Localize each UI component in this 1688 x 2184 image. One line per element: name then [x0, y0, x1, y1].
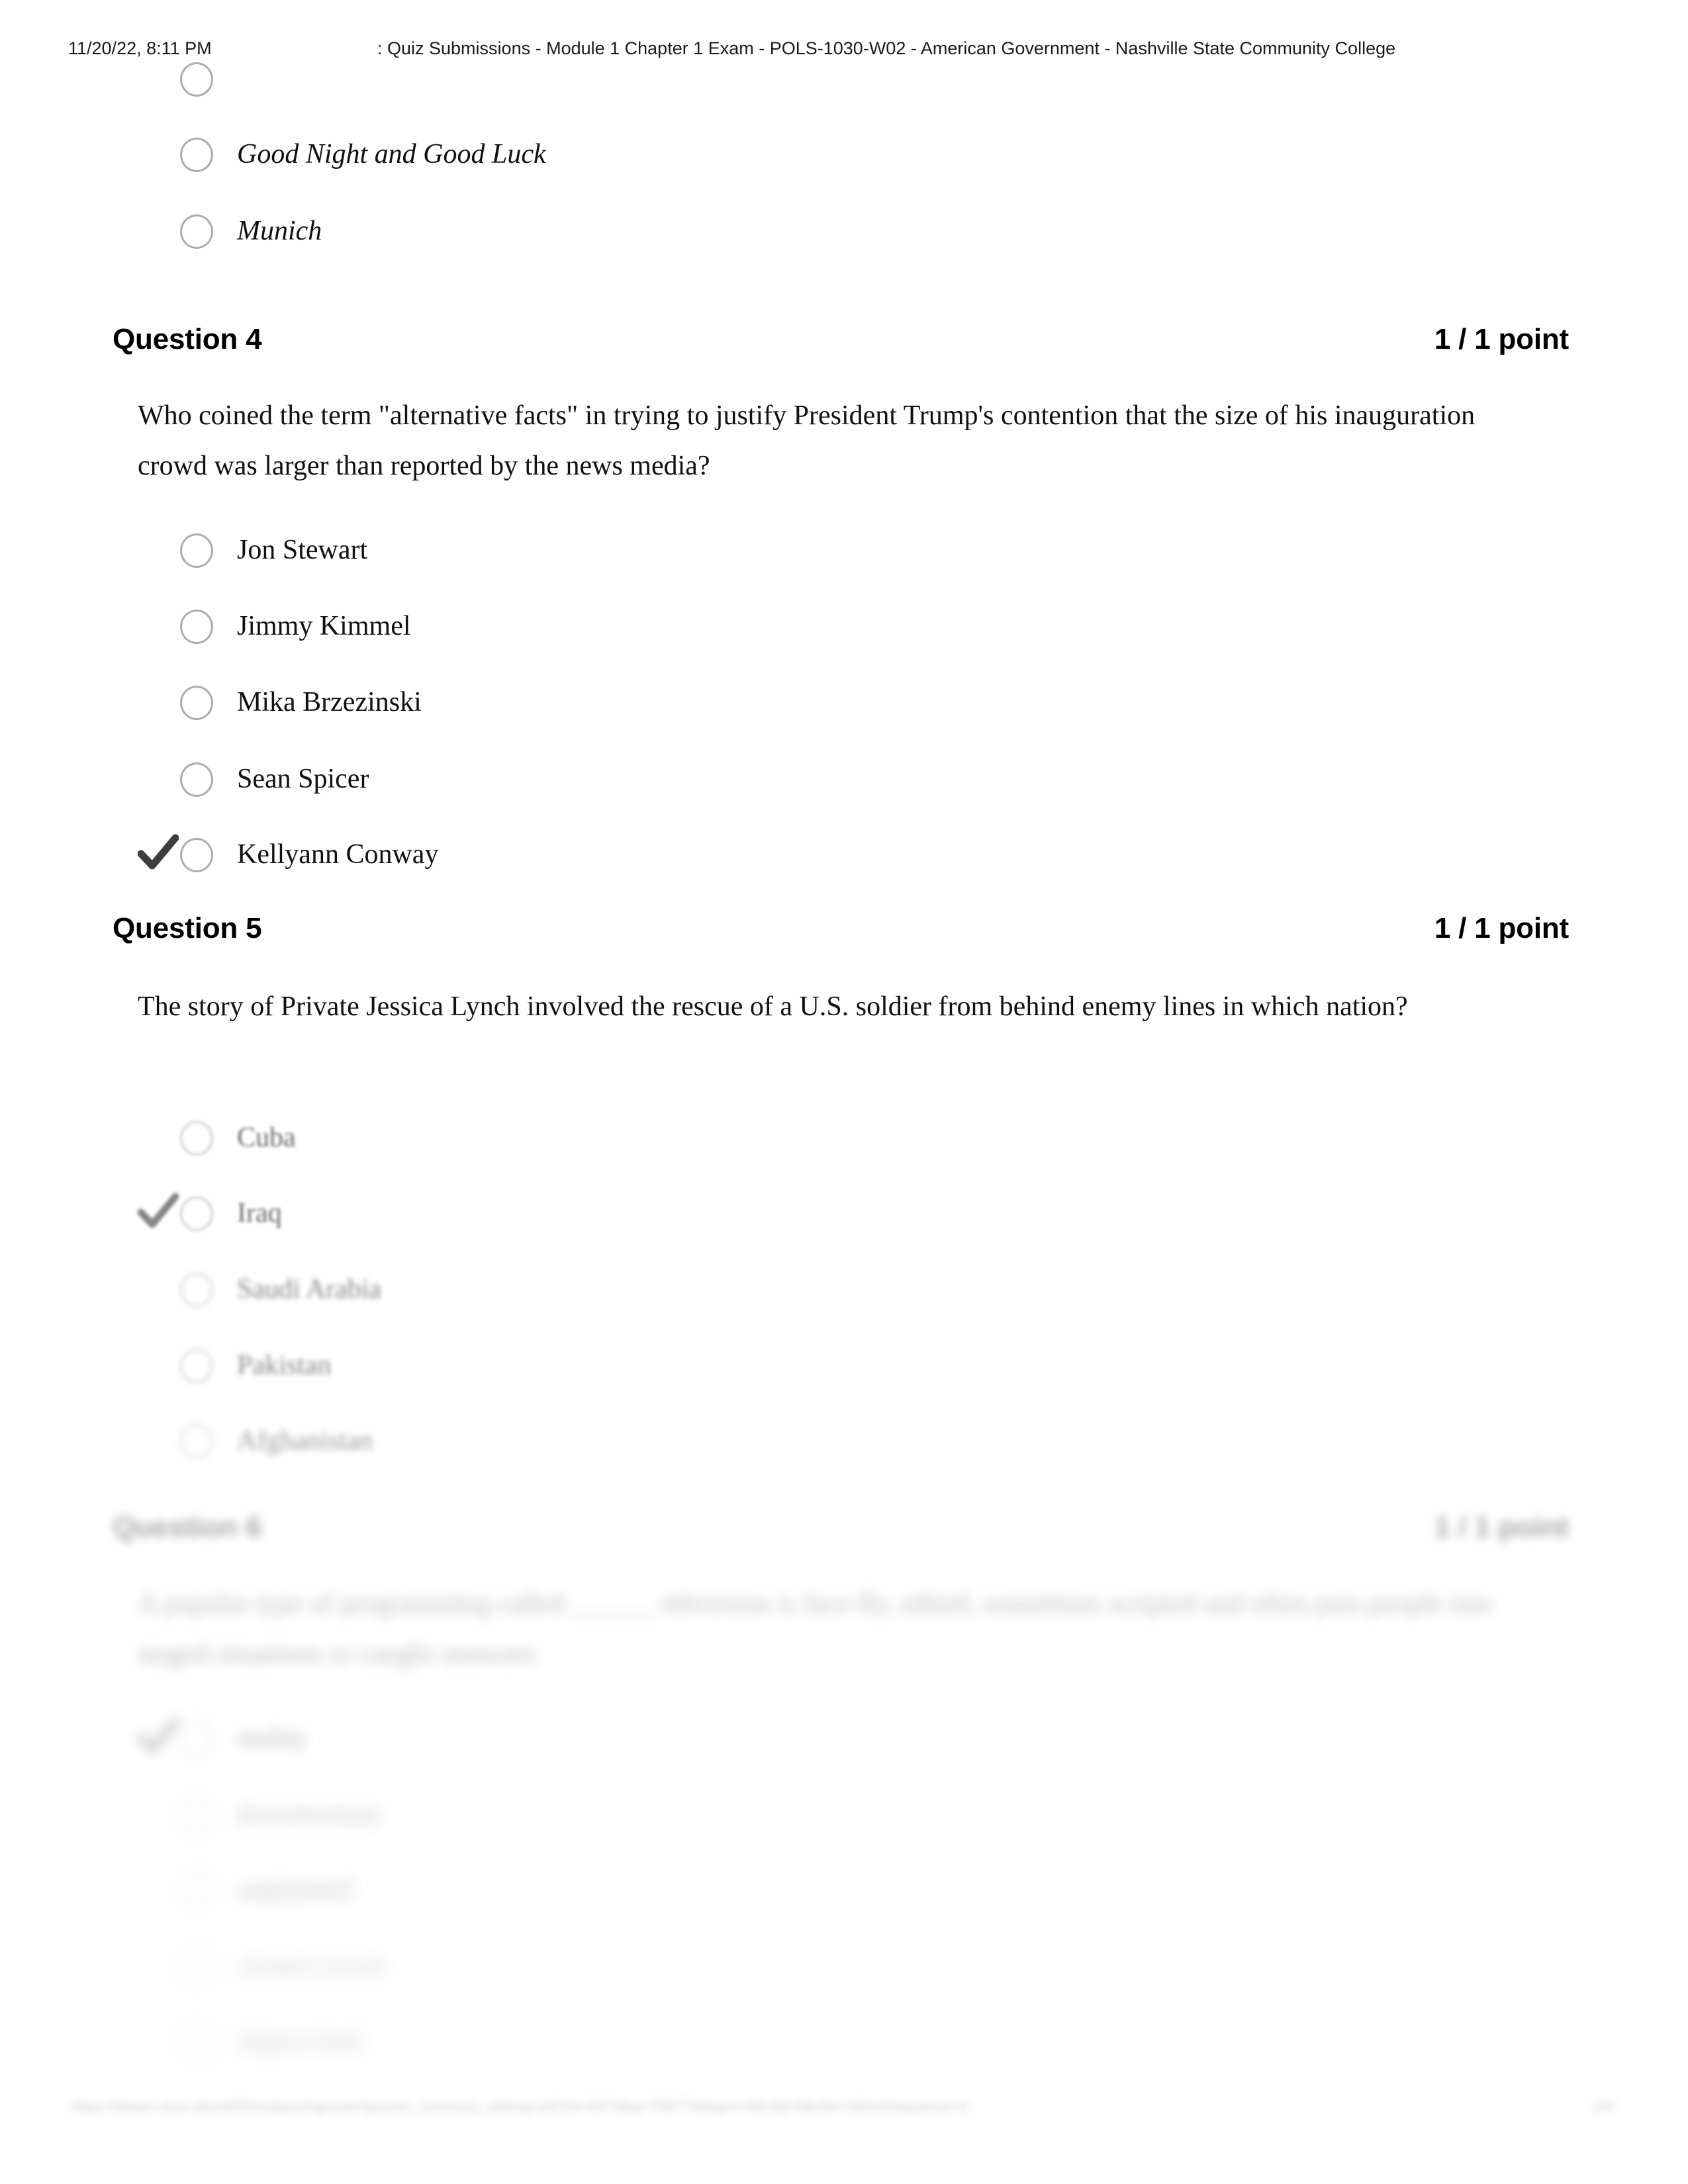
question-6-option-row[interactable]: documentary [138, 1794, 1528, 1840]
option-label: Kellyann Conway [237, 839, 439, 870]
radio-unselected-icon[interactable] [180, 138, 213, 172]
option-label: Good Night and Good Luck [237, 139, 546, 169]
check-icon [138, 1189, 179, 1235]
question-4-option-row-selected[interactable]: Kellyann Conway [138, 834, 1528, 880]
radio-unselected-icon[interactable] [180, 1721, 213, 1756]
radio-unselected-icon[interactable] [180, 610, 213, 644]
radio-unselected-icon[interactable] [180, 1797, 213, 1832]
question-5-option-row[interactable]: Pakistan [138, 1345, 1528, 1391]
radio-unselected-icon[interactable] [180, 62, 213, 97]
question-5-label: Question 5 [113, 912, 262, 944]
option-label: Afghanistan [237, 1426, 373, 1456]
radio-unselected-icon[interactable] [180, 1121, 213, 1156]
radio-unselected-icon[interactable] [180, 762, 213, 797]
question-6-text: A popular type of programming called ___… [138, 1588, 1493, 1669]
radio-unselected-icon[interactable] [180, 214, 213, 249]
option-label: Jon Stewart [237, 535, 368, 565]
question-5-points: 1 / 1 point [1434, 912, 1569, 944]
print-footer-url: https://elearn.nscc.edu/d2l/lms/quizzing… [71, 2098, 969, 2115]
option-label: Iraq [237, 1198, 282, 1228]
question-6-option-row[interactable]: closed circuit [138, 1945, 1528, 1991]
question-4-text: Who coined the term "alternative facts" … [138, 400, 1476, 481]
radio-unselected-icon[interactable] [180, 686, 213, 720]
option-row[interactable] [138, 58, 1528, 105]
question-6-option-row[interactable]: improvised [138, 2021, 1528, 2067]
question-5-option-row[interactable]: Cuba [138, 1117, 1528, 1163]
question-6-label: Question 6 [113, 1511, 262, 1543]
check-icon [138, 830, 179, 876]
question-6-option-row-selected[interactable]: reality [138, 1717, 1528, 1764]
question-5-option-row-selected[interactable]: Iraq [138, 1193, 1528, 1239]
option-label: Jimmy Kimmel [237, 611, 411, 641]
option-label: Pakistan [237, 1350, 332, 1381]
question-4-option-row[interactable]: Jimmy Kimmel [138, 606, 1528, 652]
question-4-option-row[interactable]: Mika Brzezinski [138, 682, 1528, 728]
option-label: Sean Spicer [237, 764, 369, 794]
radio-unselected-icon[interactable] [180, 1949, 213, 1983]
option-label: documentary [237, 1799, 383, 1829]
option-row[interactable]: Munich [138, 210, 1528, 257]
option-label: Saudi Arabia [237, 1274, 382, 1304]
option-label: unplanned [237, 1874, 353, 1905]
question-5-option-row[interactable]: Afghanistan [138, 1420, 1528, 1467]
option-label: improvised [237, 2026, 362, 2056]
radio-unselected-icon[interactable] [180, 1197, 213, 1231]
question-4-option-row[interactable]: Sean Spicer [138, 758, 1528, 805]
check-icon [138, 1713, 179, 1760]
question-6-header: Question 6 1 / 1 point [113, 1511, 1569, 1551]
question-4-points: 1 / 1 point [1434, 323, 1569, 355]
print-footer: https://elearn.nscc.edu/d2l/lms/quizzing… [0, 2098, 1688, 2127]
print-footer-page: 2/4 [1593, 2098, 1614, 2115]
radio-unselected-icon[interactable] [180, 533, 213, 568]
option-label: closed circuit [237, 1950, 387, 1981]
radio-unselected-icon[interactable] [180, 1873, 213, 1907]
option-label: Munich [237, 216, 322, 246]
quiz-submission-page: 11/20/22, 8:11 PM : Quiz Submissions - M… [0, 0, 1688, 2184]
question-4-label: Question 4 [113, 323, 262, 355]
option-label: reality [237, 1723, 308, 1753]
radio-unselected-icon[interactable] [180, 2025, 213, 2059]
question-4-header: Question 4 1 / 1 point [113, 323, 1569, 363]
question-5-text: The story of Private Jessica Lynch invol… [138, 991, 1408, 1022]
question-5-option-row[interactable]: Saudi Arabia [138, 1269, 1528, 1315]
radio-unselected-icon[interactable] [180, 1424, 213, 1459]
print-header-date: 11/20/22, 8:11 PM [68, 38, 212, 58]
question-6-option-row[interactable]: unplanned [138, 1869, 1528, 1915]
option-row[interactable]: Good Night and Good Luck [138, 134, 1528, 180]
radio-unselected-icon[interactable] [180, 1273, 213, 1307]
question-4-option-row[interactable]: Jon Stewart [138, 529, 1528, 576]
question-6-points: 1 / 1 point [1434, 1511, 1569, 1543]
option-label: Cuba [237, 1122, 296, 1153]
question-5-header: Question 5 1 / 1 point [113, 912, 1569, 952]
print-header-title: : Quiz Submissions - Module 1 Chapter 1 … [377, 38, 1396, 58]
radio-unselected-icon[interactable] [180, 838, 213, 872]
option-label: Mika Brzezinski [237, 687, 422, 717]
radio-unselected-icon[interactable] [180, 1349, 213, 1383]
